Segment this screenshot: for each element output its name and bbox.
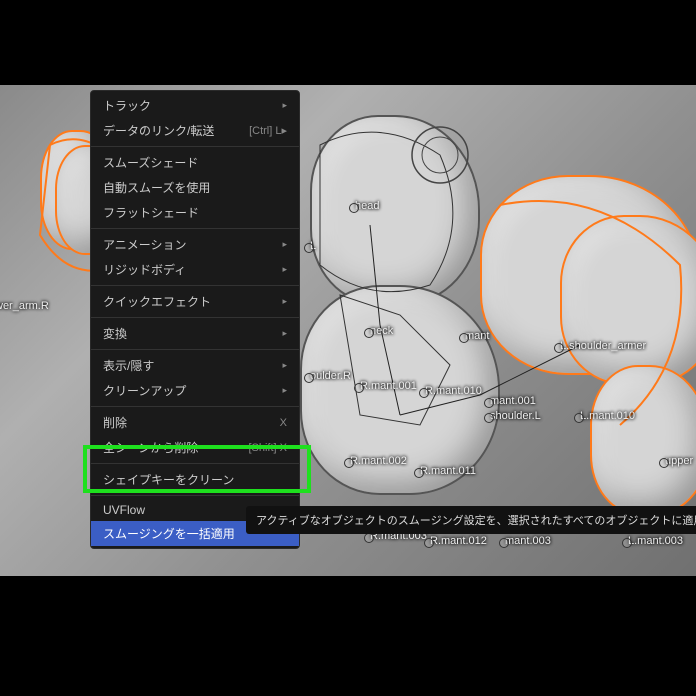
bone-handle[interactable] bbox=[484, 413, 494, 423]
submenu-arrow-icon: ▸ bbox=[282, 239, 287, 250]
menu-separator bbox=[91, 463, 299, 464]
armor-piece bbox=[310, 115, 480, 305]
bone-handle[interactable] bbox=[344, 458, 354, 468]
menu-separator bbox=[91, 228, 299, 229]
submenu-arrow-icon: ▸ bbox=[282, 328, 287, 339]
armor-piece bbox=[560, 215, 696, 385]
menu-item[interactable]: 表示/隠す ▸ bbox=[91, 353, 299, 378]
menu-item-label: スムーズシェード bbox=[103, 154, 198, 171]
menu-item-label: シェイプキーをクリーン bbox=[103, 471, 234, 488]
menu-separator bbox=[91, 495, 299, 496]
bone-handle[interactable] bbox=[574, 413, 584, 423]
menu-item-label: スムージングを一括適用 bbox=[103, 525, 235, 542]
menu-item[interactable]: クリーンアップ ▸ bbox=[91, 378, 299, 403]
object-context-menu[interactable]: トラック ▸ データのリンク/転送 [Ctrl] L▸ スムーズシェード自動スムーズを使… bbox=[90, 90, 300, 549]
menu-item-label: UVFlow bbox=[103, 503, 145, 517]
bone-handle[interactable] bbox=[424, 538, 434, 548]
bone-label: L.mant.010 bbox=[580, 410, 635, 422]
bone-label: R.mant.002 bbox=[350, 455, 407, 467]
menu-shortcut: [Ctrl] L▸ bbox=[249, 124, 287, 137]
bone-handle[interactable] bbox=[419, 388, 429, 398]
menu-item[interactable]: 全シーンから削除 [Shift] X bbox=[91, 435, 299, 460]
bone-label: mant.003 bbox=[505, 535, 551, 547]
menu-item[interactable]: アニメーション ▸ bbox=[91, 232, 299, 257]
menu-item-label: データのリンク/転送 bbox=[103, 122, 214, 139]
menu-item-label: トラック bbox=[103, 97, 151, 114]
bone-label: R.mant.012 bbox=[430, 535, 487, 547]
bone-label: oulder.R bbox=[310, 370, 351, 382]
menu-item[interactable]: 削除 X bbox=[91, 410, 299, 435]
menu-item-label: 全シーンから削除 bbox=[103, 439, 198, 456]
menu-item-label: フラットシェード bbox=[103, 204, 199, 221]
bone-label: L.shoulder_armer bbox=[560, 340, 646, 352]
menu-item-label: 自動スムーズを使用 bbox=[103, 179, 210, 196]
bone-handle[interactable] bbox=[554, 343, 564, 353]
submenu-arrow-icon: ▸ bbox=[282, 385, 287, 396]
bone-label: R.mant.011 bbox=[420, 465, 476, 477]
menu-item[interactable]: スムーズシェード bbox=[91, 150, 299, 175]
bone-label: wer_arm.R bbox=[0, 300, 49, 312]
menu-item[interactable]: 変換 ▸ bbox=[91, 321, 299, 346]
menu-item-label: リジッドボディ bbox=[103, 261, 186, 278]
menu-item[interactable]: フラットシェード bbox=[91, 200, 299, 225]
menu-separator bbox=[91, 146, 299, 147]
bone-label: upper bbox=[665, 455, 693, 467]
bone-handle[interactable] bbox=[659, 458, 669, 468]
bone-handle[interactable] bbox=[484, 398, 494, 408]
menu-separator bbox=[91, 317, 299, 318]
armor-piece bbox=[590, 365, 696, 515]
bone-handle[interactable] bbox=[414, 468, 424, 478]
menu-separator bbox=[91, 285, 299, 286]
submenu-arrow-icon: ▸ bbox=[282, 360, 287, 371]
bone-handle[interactable] bbox=[459, 333, 469, 343]
menu-item-label: クイックエフェクト bbox=[103, 293, 211, 310]
menu-item[interactable]: データのリンク/転送 [Ctrl] L▸ bbox=[91, 118, 299, 143]
bone-handle[interactable] bbox=[364, 533, 374, 543]
menu-item-label: 削除 bbox=[103, 414, 127, 431]
submenu-arrow-icon: ▸ bbox=[282, 100, 287, 111]
menu-item[interactable]: リジッドボディ ▸ bbox=[91, 257, 299, 282]
menu-separator bbox=[91, 406, 299, 407]
menu-shortcut: X bbox=[280, 417, 287, 429]
bone-handle[interactable] bbox=[349, 203, 359, 213]
menu-shortcut: [Shift] X bbox=[248, 442, 287, 454]
bone-handle[interactable] bbox=[364, 328, 374, 338]
bone-label: R.mant.010 bbox=[425, 385, 482, 397]
bone-handle[interactable] bbox=[622, 538, 632, 548]
menu-tooltip: アクティブなオブジェクトのスムージング設定を、選択されたすべてのオブジェクトに適… bbox=[246, 506, 696, 534]
submenu-arrow-icon: ▸ bbox=[282, 264, 287, 275]
menu-separator bbox=[91, 349, 299, 350]
bone-handle[interactable] bbox=[354, 383, 364, 393]
bone-label: mant.001 bbox=[490, 395, 536, 407]
menu-item-label: 表示/隠す bbox=[103, 357, 154, 374]
menu-item[interactable]: 自動スムーズを使用 bbox=[91, 175, 299, 200]
bone-handle[interactable] bbox=[304, 243, 314, 253]
menu-item-label: 変換 bbox=[103, 325, 127, 342]
menu-item-label: クリーンアップ bbox=[103, 382, 186, 399]
menu-item[interactable]: クイックエフェクト ▸ bbox=[91, 289, 299, 314]
bone-label: shoulder.L bbox=[490, 410, 541, 422]
tooltip-text: アクティブなオブジェクトのスムージング設定を、選択されたすべてのオブジェクトに適… bbox=[256, 515, 696, 527]
bone-handle[interactable] bbox=[499, 538, 509, 548]
submenu-arrow-icon: ▸ bbox=[282, 296, 287, 307]
menu-item-label: アニメーション bbox=[103, 236, 187, 253]
menu-item[interactable]: トラック ▸ bbox=[91, 93, 299, 118]
menu-item[interactable]: シェイプキーをクリーン bbox=[91, 467, 299, 492]
bone-handle[interactable] bbox=[304, 373, 314, 383]
bone-label: R.mant.001 bbox=[360, 380, 417, 392]
bone-label: L.mant.003 bbox=[628, 535, 683, 547]
